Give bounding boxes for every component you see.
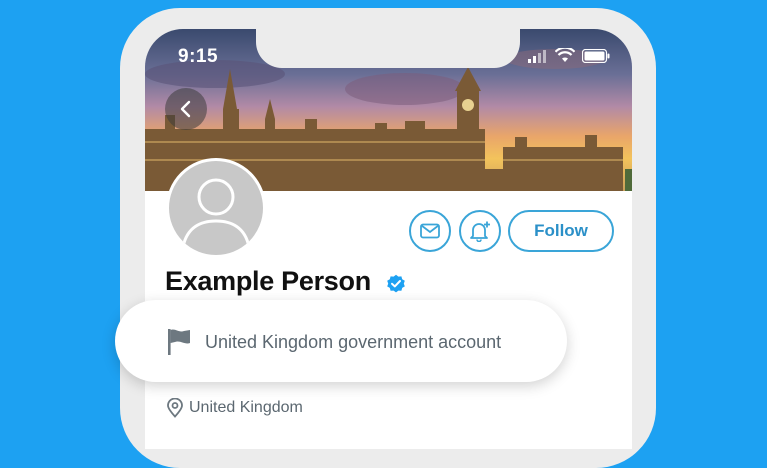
back-button[interactable] — [165, 88, 207, 130]
avatar[interactable] — [166, 158, 266, 258]
profile-location: United Kingdom — [189, 399, 303, 416]
wifi-icon — [555, 48, 575, 62]
bell-plus-icon — [470, 221, 490, 242]
account-label-text: United Kingdom government account — [205, 332, 502, 352]
chevron-left-icon — [180, 100, 191, 118]
follow-button[interactable]: Follow — [508, 210, 614, 252]
message-button[interactable] — [409, 210, 451, 252]
phone-notch — [256, 18, 520, 68]
flag-icon — [168, 329, 190, 355]
location-pin-icon — [167, 398, 183, 418]
profile-name: Example Person — [165, 266, 371, 296]
default-avatar-icon — [181, 178, 251, 248]
envelope-icon — [420, 223, 440, 239]
verified-badge-icon — [387, 274, 405, 293]
status-icons — [528, 48, 610, 63]
status-time: 9:15 — [178, 46, 219, 67]
battery-icon — [582, 48, 610, 63]
cellular-signal-icon — [528, 49, 546, 63]
notifications-button[interactable] — [459, 210, 501, 252]
